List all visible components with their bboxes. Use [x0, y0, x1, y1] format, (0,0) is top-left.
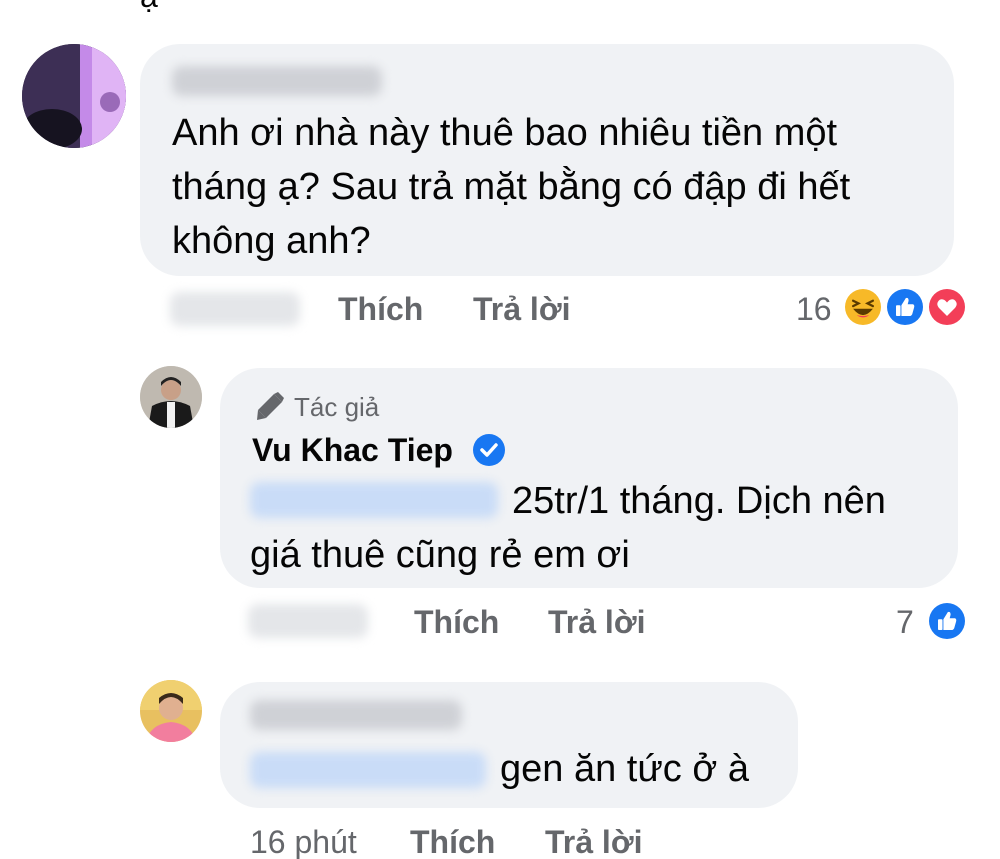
like-button[interactable]: Thích	[338, 291, 423, 328]
like-icon[interactable]	[926, 600, 968, 642]
comment-text: Anh ơi nhà này thuê bao nhiêu tiền một t…	[172, 112, 851, 262]
haha-icon[interactable]	[842, 286, 884, 328]
blurred-commenter-name	[172, 66, 382, 96]
cropped-previous-text: ạ	[140, 0, 158, 15]
author-badge-label: Tác giả	[294, 391, 380, 422]
like-button[interactable]: Thích	[410, 824, 495, 859]
author-badge: Tác giả	[252, 390, 379, 424]
timestamp[interactable]: 16 phút	[250, 824, 357, 859]
reaction-count[interactable]: 16	[796, 291, 832, 328]
verified-badge-icon	[472, 433, 506, 467]
comment-text: gen ăn tức ở à	[500, 748, 749, 790]
commenter-avatar[interactable]	[22, 44, 126, 148]
pen-icon	[257, 392, 284, 420]
like-button[interactable]: Thích	[414, 604, 499, 641]
love-icon[interactable]	[926, 286, 968, 328]
like-icon[interactable]	[884, 286, 926, 328]
author-name[interactable]: Vu Khac Tiep	[252, 432, 453, 469]
author-avatar[interactable]	[140, 366, 202, 428]
reaction-count[interactable]: 7	[896, 604, 914, 641]
reply-button[interactable]: Trả lời	[545, 824, 642, 859]
reply-button[interactable]: Trả lời	[473, 291, 570, 328]
commenter-avatar[interactable]	[140, 680, 202, 742]
reply-text: 25tr/1 tháng. Dịch nên giá thuê cũng rẻ …	[250, 480, 886, 576]
reply-button[interactable]: Trả lời	[548, 604, 645, 641]
blurred-timestamp	[248, 604, 368, 638]
blurred-mention	[250, 752, 486, 788]
blurred-commenter-name	[250, 700, 462, 730]
blurred-timestamp	[170, 292, 300, 326]
